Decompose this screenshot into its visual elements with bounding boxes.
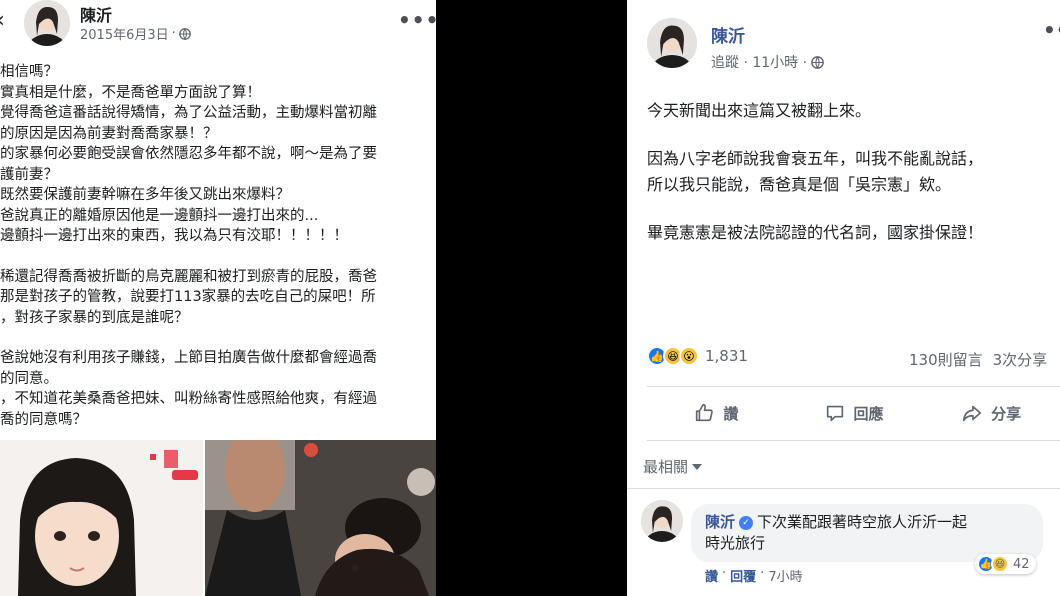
separator-dot: · [760,566,765,581]
divider [647,440,1060,441]
post-line: 邊顫抖一邊打出來的東西，我以為只有洨耶！！！！！ [0,228,348,244]
like-button[interactable]: 讚 [647,392,785,434]
wow-reaction-icon: 😮 [679,346,699,366]
back-arrow-icon[interactable]: ‹ [0,8,5,33]
divider [647,386,1060,387]
post-line: 稀還記得喬喬被折斷的烏克麗麗和被打到瘀青的屁股，喬爸 [0,268,377,285]
post-meta-text[interactable]: 追蹤 · 11小時 · [711,52,807,72]
author-avatar[interactable] [647,18,697,68]
left-post-screenshot: ‹ 陳沂 2015年6月3日 · ••• 相信嗎？ 實真相是什麼，不是喬爸單方面… [0,0,436,596]
post-line: 既然要保護前妻幹嘛在多年後又跳出來爆料？ [0,187,290,203]
post-line: ，不知道花美桑喬爸把妹、叫粉絲寄性感照給他爽，有經過 [0,391,377,407]
post-photo-girl[interactable] [0,440,203,596]
author-name[interactable]: 陳沂 [711,22,745,47]
comment-button[interactable]: 回應 [785,392,923,434]
verified-badge-icon: ✓ [739,515,754,530]
commenter-avatar[interactable] [641,500,683,542]
post-line: ，對孩子家暴的到底是誰呢？ [0,309,189,326]
post-line: 喬的同意嗎？ [0,411,87,428]
divider [627,488,1060,489]
comment-time[interactable]: 7小時 [768,566,802,585]
reaction-summary[interactable]: 👍 😆 😮 1,831 [647,346,748,366]
haha-reaction-icon: 😆 [991,555,1009,573]
reaction-count[interactable]: 1,831 [705,347,748,365]
comment-icon [826,405,843,422]
post-line: 今天新聞出來這篇又被翻上來。 [647,101,872,120]
comment-text-line2: 時光旅行 [705,534,766,552]
engagement-stats: 130則留言 3次分享 [909,349,1047,370]
more-options-icon[interactable]: ••• [1043,18,1060,42]
comment-text-line1: 下次業配跟著時空旅人沂沂一起 [757,513,968,531]
separator-dot: · [171,26,176,41]
post-body: 相信嗎？ 實真相是什麼，不是喬爸單方面說了算！ 覺得喬爸這番話說得矯情，為了公益… [0,62,436,430]
comment-reactions[interactable]: 👍 😆 42 [975,554,1036,574]
author-name[interactable]: 陳沂 [80,2,112,26]
post-line: 爸說她沒有利用孩子賺錢，上節目拍廣告做什麼都會經過喬 [0,350,377,366]
post-date[interactable]: 2015年6月3日 · [80,24,191,43]
share-button[interactable]: 分享 [922,392,1060,434]
post-meta: 追蹤 · 11小時 · [711,52,824,72]
post-line: 覺得喬爸這番話說得矯情，為了公益活動，主動爆料當初離 [0,105,377,121]
sort-label: 最相關 [643,458,689,476]
separator-dot: · [722,566,727,581]
shares-count[interactable]: 3次分享 [993,349,1048,370]
action-bar: 讚 回應 分享 [647,392,1060,434]
date-text[interactable]: 2015年6月3日 [80,24,169,43]
thumbs-up-icon [696,403,714,422]
comment-reaction-count: 42 [1013,556,1030,572]
globe-icon [178,27,191,40]
like-label: 讚 [723,404,739,423]
more-options-icon[interactable]: ••• [398,8,436,32]
post-line: 所以我只能說，喬爸真是個「吳宗憲」欸。 [647,175,952,194]
comment-actions: 讚 · 回覆 · 7小時 [705,566,803,585]
comment-label: 回應 [853,404,884,423]
post-line: 的同意。 [0,370,58,387]
author-avatar[interactable] [24,0,70,46]
comment-like-link[interactable]: 讚 [705,566,718,585]
share-icon [963,405,982,422]
post-line: 爸說真正的離婚原因他是一邊顫抖一邊打出來的... [0,207,319,224]
post-photo-family[interactable] [205,440,436,596]
commenter-name[interactable]: 陳沂 [705,513,735,531]
globe-icon [811,55,824,69]
post-line: 實真相是什麼，不是喬爸單方面說了算！ [0,84,261,101]
post-line: 的家暴何必要飽受誤會依然隱忍多年都不說，啊～是為了要 [0,146,377,162]
post-line: 因為八字老師說我會衰五年，叫我不能亂說話， [647,149,984,168]
comment-sort-dropdown[interactable]: 最相關 [643,456,703,477]
share-label: 分享 [991,404,1022,423]
post-line: 相信嗎？ [0,64,58,80]
right-post-screenshot: 陳沂 追蹤 · 11小時 · ••• 今天新聞出來這篇又被翻上來。 因為八字老師… [627,0,1060,596]
post-line: 畢竟憲憲是被法院認證的代名詞，國家掛保證！ [647,223,984,242]
post-body: 今天新聞出來這篇又被翻上來。 因為八字老師說我會衰五年，叫我不能亂說話， 所以我… [647,98,1060,246]
post-line: 的原因是因為前妻對喬喬家暴！？ [0,125,218,142]
comment-reply-link[interactable]: 回覆 [730,566,756,585]
caret-down-icon [692,463,703,470]
comments-count[interactable]: 130則留言 [909,349,983,370]
post-line: 護前妻？ [0,166,58,183]
post-line: 那是對孩子的管教，說要打113家暴的去吃自己的屎吧！所 [0,289,376,305]
